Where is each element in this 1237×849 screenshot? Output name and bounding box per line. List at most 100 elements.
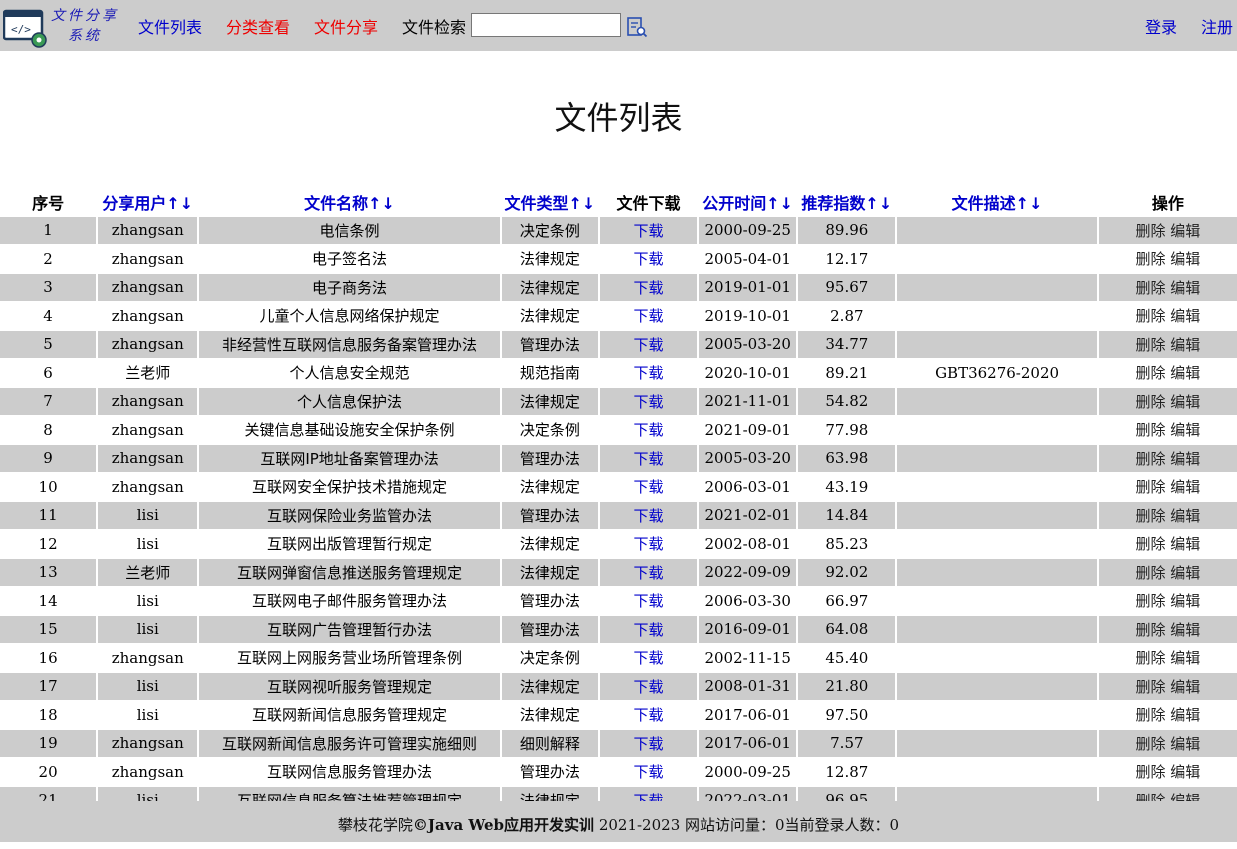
delete-button[interactable]: 删除 bbox=[1135, 564, 1165, 582]
edit-button[interactable]: 编辑 bbox=[1170, 222, 1200, 240]
file-table-container[interactable]: 序号 分享用户↑↓ 文件名称↑↓ 文件类型↑↓ 文件下载 公开时间↑↓ 推荐指数… bbox=[0, 186, 1237, 801]
download-link[interactable]: 下载 bbox=[634, 678, 664, 696]
edit-button[interactable]: 编辑 bbox=[1170, 478, 1200, 496]
nav-category-view-link[interactable]: 分类查看 bbox=[226, 14, 290, 38]
edit-button[interactable]: 编辑 bbox=[1170, 421, 1200, 439]
delete-button[interactable]: 删除 bbox=[1135, 421, 1165, 439]
cell-desc bbox=[897, 530, 1097, 557]
download-link[interactable]: 下载 bbox=[634, 279, 664, 297]
download-link[interactable]: 下载 bbox=[634, 792, 664, 801]
delete-button[interactable]: 删除 bbox=[1135, 393, 1165, 411]
nav-file-share-link[interactable]: 文件分享 bbox=[314, 14, 378, 38]
edit-button[interactable]: 编辑 bbox=[1170, 535, 1200, 553]
edit-button[interactable]: 编辑 bbox=[1170, 307, 1200, 325]
cell-filename: 电子签名法 bbox=[199, 245, 500, 272]
edit-button[interactable]: 编辑 bbox=[1170, 649, 1200, 667]
download-link[interactable]: 下载 bbox=[634, 393, 664, 411]
edit-button[interactable]: 编辑 bbox=[1170, 706, 1200, 724]
edit-button[interactable]: 编辑 bbox=[1170, 564, 1200, 582]
delete-button[interactable]: 删除 bbox=[1135, 364, 1165, 382]
edit-button[interactable]: 编辑 bbox=[1170, 763, 1200, 781]
delete-button[interactable]: 删除 bbox=[1135, 250, 1165, 268]
download-link[interactable]: 下载 bbox=[634, 478, 664, 496]
edit-button[interactable]: 编辑 bbox=[1170, 250, 1200, 268]
col-header-score[interactable]: 推荐指数↑↓ bbox=[798, 188, 895, 215]
delete-button[interactable]: 删除 bbox=[1135, 763, 1165, 781]
col-header-no: 序号 bbox=[32, 193, 65, 213]
cell-desc bbox=[897, 502, 1097, 529]
edit-button[interactable]: 编辑 bbox=[1170, 450, 1200, 468]
col-header-filetype[interactable]: 文件类型↑↓ bbox=[502, 188, 598, 215]
cell-date: 2005-04-01 bbox=[699, 245, 797, 272]
download-link[interactable]: 下载 bbox=[634, 592, 664, 610]
cell-filename: 关键信息基础设施安全保护条例 bbox=[199, 416, 500, 443]
download-link[interactable]: 下载 bbox=[634, 450, 664, 468]
cell-no: 3 bbox=[0, 274, 97, 301]
delete-button[interactable]: 删除 bbox=[1135, 535, 1165, 553]
search-icon[interactable] bbox=[626, 16, 648, 38]
delete-button[interactable]: 删除 bbox=[1135, 279, 1165, 297]
delete-button[interactable]: 删除 bbox=[1135, 621, 1165, 639]
download-link[interactable]: 下载 bbox=[634, 535, 664, 553]
edit-button[interactable]: 编辑 bbox=[1170, 678, 1200, 696]
cell-user: 兰老师 bbox=[98, 559, 198, 586]
cell-score: 85.23 bbox=[798, 530, 896, 557]
edit-button[interactable]: 编辑 bbox=[1170, 279, 1200, 297]
search-input[interactable] bbox=[471, 13, 621, 37]
cell-actions: 删除 编辑 bbox=[1098, 388, 1237, 415]
edit-button[interactable]: 编辑 bbox=[1170, 621, 1200, 639]
cell-date: 2006-03-30 bbox=[699, 587, 797, 614]
col-header-desc[interactable]: 文件描述↑↓ bbox=[897, 188, 1096, 215]
page-title: 文件列表 bbox=[554, 99, 683, 137]
edit-button[interactable]: 编辑 bbox=[1170, 507, 1200, 525]
cell-actions: 删除 编辑 bbox=[1098, 616, 1237, 643]
col-header-filename[interactable]: 文件名称↑↓ bbox=[199, 188, 499, 215]
cell-date: 2000-09-25 bbox=[699, 217, 797, 244]
table-row: 14 lisi 互联网电子邮件服务管理办法 管理办法 下载 2006-03-30 66.97… bbox=[0, 587, 1237, 614]
cell-no: 11 bbox=[0, 502, 97, 529]
download-link[interactable]: 下载 bbox=[634, 564, 664, 582]
download-link[interactable]: 下载 bbox=[634, 507, 664, 525]
delete-button[interactable]: 删除 bbox=[1135, 792, 1165, 801]
download-link[interactable]: 下载 bbox=[634, 307, 664, 325]
edit-button[interactable]: 编辑 bbox=[1170, 792, 1200, 801]
delete-button[interactable]: 删除 bbox=[1135, 592, 1165, 610]
delete-button[interactable]: 删除 bbox=[1135, 450, 1165, 468]
login-link[interactable]: 登录 bbox=[1145, 14, 1177, 38]
download-link[interactable]: 下载 bbox=[634, 421, 664, 439]
col-header-date[interactable]: 公开时间↑↓ bbox=[699, 188, 796, 215]
download-link[interactable]: 下载 bbox=[634, 621, 664, 639]
download-link[interactable]: 下载 bbox=[634, 364, 664, 382]
register-link[interactable]: 注册 bbox=[1201, 14, 1233, 38]
delete-button[interactable]: 删除 bbox=[1135, 678, 1165, 696]
cell-desc bbox=[897, 302, 1097, 329]
edit-button[interactable]: 编辑 bbox=[1170, 735, 1200, 753]
download-link[interactable]: 下载 bbox=[634, 336, 664, 354]
download-link[interactable]: 下载 bbox=[634, 706, 664, 724]
edit-button[interactable]: 编辑 bbox=[1170, 336, 1200, 354]
download-link[interactable]: 下载 bbox=[634, 222, 664, 240]
delete-button[interactable]: 删除 bbox=[1135, 507, 1165, 525]
edit-button[interactable]: 编辑 bbox=[1170, 364, 1200, 382]
delete-button[interactable]: 删除 bbox=[1135, 649, 1165, 667]
edit-button[interactable]: 编辑 bbox=[1170, 393, 1200, 411]
download-link[interactable]: 下载 bbox=[634, 763, 664, 781]
col-header-user[interactable]: 分享用户↑↓ bbox=[98, 188, 197, 215]
delete-button[interactable]: 删除 bbox=[1135, 735, 1165, 753]
download-link[interactable]: 下载 bbox=[634, 250, 664, 268]
download-link[interactable]: 下载 bbox=[634, 649, 664, 667]
download-link[interactable]: 下载 bbox=[634, 735, 664, 753]
delete-button[interactable]: 删除 bbox=[1135, 307, 1165, 325]
cell-desc bbox=[897, 416, 1097, 443]
nav-file-list-link[interactable]: 文件列表 bbox=[138, 14, 202, 38]
app-logo[interactable]: </> 文件分享 系统 bbox=[3, 4, 118, 48]
cell-desc bbox=[897, 388, 1097, 415]
logo-line2: 系统 bbox=[68, 28, 102, 44]
cell-filetype: 决定条例 bbox=[501, 217, 598, 244]
delete-button[interactable]: 删除 bbox=[1135, 478, 1165, 496]
cell-user: zhangsan bbox=[98, 758, 198, 785]
delete-button[interactable]: 删除 bbox=[1135, 706, 1165, 724]
delete-button[interactable]: 删除 bbox=[1135, 336, 1165, 354]
edit-button[interactable]: 编辑 bbox=[1170, 592, 1200, 610]
delete-button[interactable]: 删除 bbox=[1135, 222, 1165, 240]
